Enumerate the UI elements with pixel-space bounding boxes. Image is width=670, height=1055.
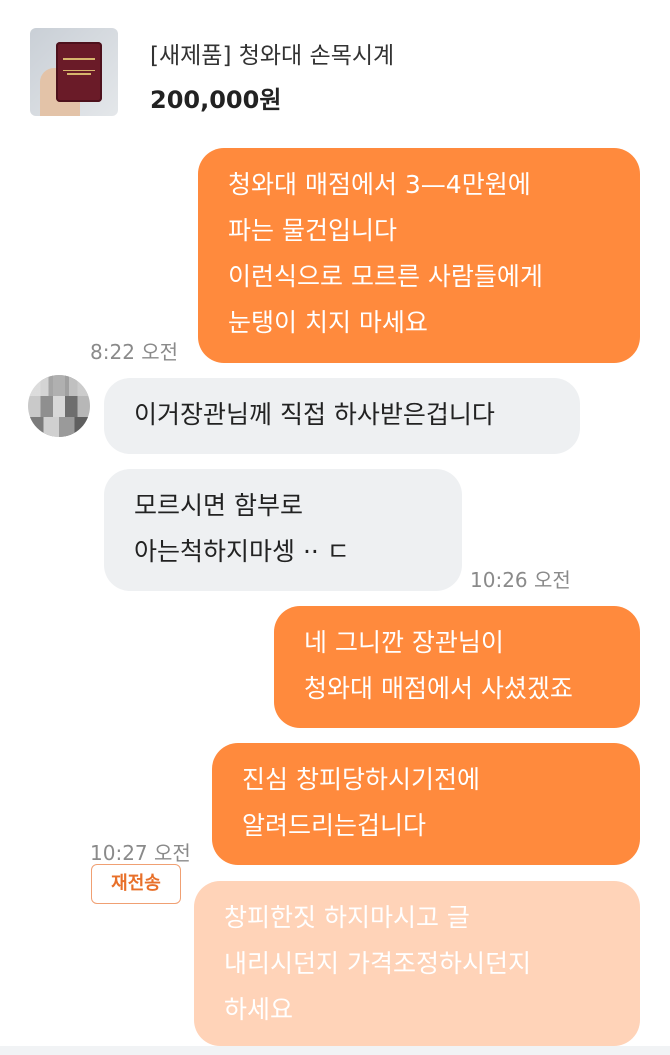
emblem-text-mark: [67, 73, 91, 75]
product-thumbnail[interactable]: [30, 28, 118, 116]
user-avatar[interactable]: [28, 375, 90, 437]
resend-button[interactable]: 재전송: [91, 864, 181, 904]
message-timestamp: 8:22 오전: [90, 340, 179, 364]
my-message-bubble[interactable]: 청와대 매점에서 3—4만원에 파는 물건입니다 이런식으로 모르른 사람들에게…: [198, 148, 640, 363]
avatar-pixelation: [28, 375, 90, 396]
failed-message-bubble[interactable]: 창피한짓 하지마시고 글 내리시던지 가격조정하시던지 하세요: [194, 881, 640, 1046]
my-message-bubble[interactable]: 진심 창피당하시기전에 알려드리는겁니다: [212, 743, 640, 865]
product-title: [새제품] 청와대 손목시계: [150, 43, 395, 69]
avatar-pixelation: [28, 417, 90, 437]
chat-thread[interactable]: 청와대 매점에서 3—4만원에 파는 물건입니다 이런식으로 모르른 사람들에게…: [0, 143, 670, 1055]
their-message-bubble[interactable]: 모르시면 함부로 아는척하지마셍 ·· ㄷ: [104, 469, 462, 591]
my-message-bubble[interactable]: 네 그니깐 장관님이 청와대 매점에서 사셨겠죠: [274, 606, 640, 728]
emblem-mark: [63, 58, 95, 71]
bottom-divider: [0, 1046, 670, 1055]
message-timestamp: 10:26 오전: [470, 568, 571, 592]
product-price: 200,000원: [150, 86, 282, 114]
message-timestamp: 10:27 오전: [90, 841, 191, 865]
product-header[interactable]: [새제품] 청와대 손목시계 200,000원: [0, 0, 670, 144]
their-message-bubble[interactable]: 이거장관님께 직접 하사받은겁니다: [104, 378, 580, 454]
watch-box-icon: [56, 42, 102, 102]
